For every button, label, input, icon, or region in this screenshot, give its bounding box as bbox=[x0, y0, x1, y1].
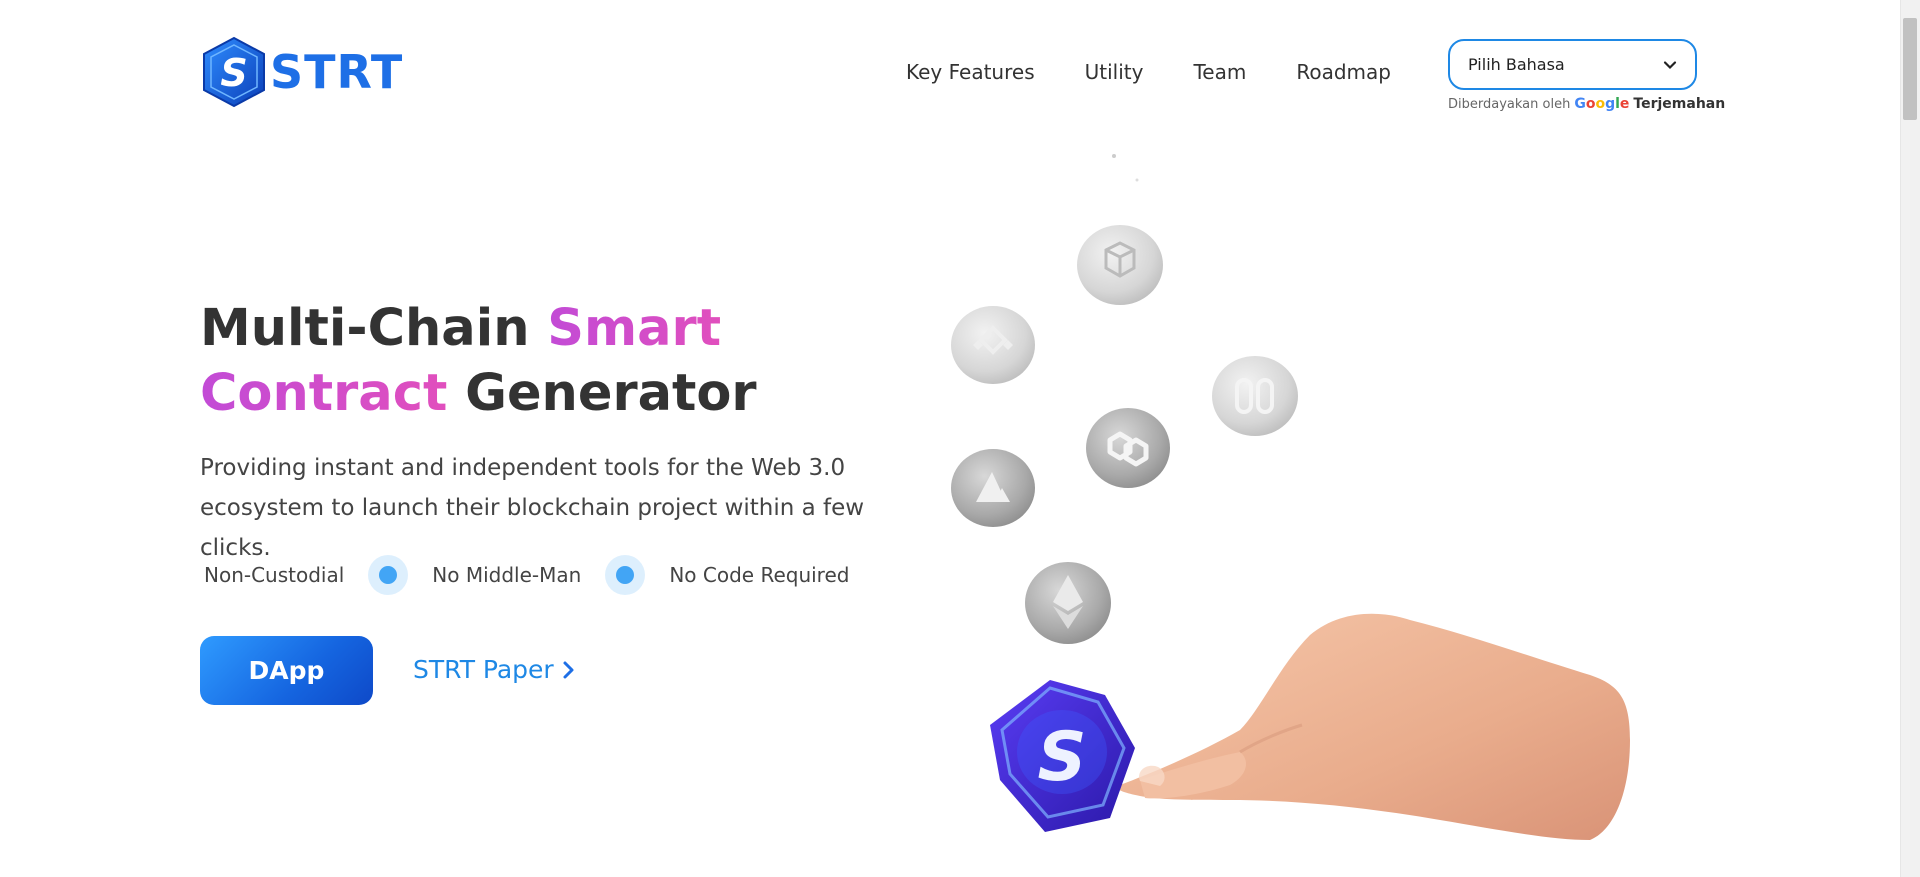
scrollbar-thumb[interactable] bbox=[1903, 18, 1917, 120]
language-select-value: Pilih Bahasa bbox=[1468, 55, 1565, 74]
strt-token-icon: S bbox=[990, 680, 1135, 832]
google-logo: Google bbox=[1574, 96, 1630, 112]
hero-description: Providing instant and independent tools … bbox=[200, 455, 865, 561]
feature-non-custodial: Non-Custodial bbox=[204, 563, 345, 587]
avalanche-coin-icon bbox=[951, 449, 1035, 527]
powered-by-label: Diberdayakan oleh bbox=[1448, 96, 1571, 112]
polygon-coin-icon bbox=[1086, 408, 1170, 488]
ethereum-coin-icon bbox=[1025, 562, 1111, 644]
nav-utility[interactable]: Utility bbox=[1085, 60, 1144, 84]
title-accent-contract: Contract bbox=[200, 364, 448, 423]
google-translate-attribution: Diberdayakan oleh Google Terjemahan bbox=[1448, 96, 1725, 112]
filecoin-coin-icon bbox=[1077, 225, 1163, 305]
page-scrollbar[interactable] bbox=[1900, 0, 1920, 877]
strt-paper-link[interactable]: STRT Paper bbox=[413, 655, 576, 684]
feature-list: Non-Custodial No Middle-Man No Code Requ… bbox=[204, 555, 849, 595]
nav-key-features[interactable]: Key Features bbox=[906, 60, 1035, 84]
title-accent-smart: Smart bbox=[547, 299, 722, 358]
feature-no-code-required: No Code Required bbox=[669, 563, 850, 587]
strt-paper-label: STRT Paper bbox=[413, 655, 554, 684]
hedera-coin-icon bbox=[1212, 356, 1298, 436]
title-part-1: Multi-Chain bbox=[200, 299, 548, 358]
chevron-right-icon bbox=[563, 661, 574, 678]
bullet-dot-icon bbox=[605, 555, 646, 595]
language-widget: Pilih Bahasa Diberdayakan oleh Google Te… bbox=[1448, 39, 1725, 112]
dapp-button[interactable]: DApp bbox=[200, 636, 373, 705]
language-select[interactable]: Pilih Bahasa bbox=[1448, 39, 1697, 90]
feature-no-middle-man: No Middle-Man bbox=[432, 563, 582, 587]
svg-text:S: S bbox=[220, 51, 247, 95]
svg-text:S: S bbox=[1038, 718, 1087, 797]
strt-logo-icon: S bbox=[203, 36, 265, 108]
chevron-down-icon bbox=[1663, 60, 1677, 69]
binance-coin-icon bbox=[951, 306, 1035, 384]
hand-illustration bbox=[1116, 613, 1630, 840]
logo-text: STRT bbox=[270, 45, 404, 99]
hero-title: Multi-Chain Smart Contract Generator bbox=[200, 296, 960, 426]
title-part-2: Generator bbox=[447, 364, 757, 423]
translate-link[interactable]: Terjemahan bbox=[1633, 96, 1725, 112]
bullet-dot-icon bbox=[368, 555, 409, 595]
nav-roadmap[interactable]: Roadmap bbox=[1296, 60, 1391, 84]
hero-illustration: S bbox=[951, 154, 1630, 840]
main-nav: Key Features Utility Team Roadmap bbox=[906, 60, 1441, 84]
nav-team[interactable]: Team bbox=[1193, 60, 1246, 84]
site-logo[interactable]: S STRT bbox=[200, 36, 403, 108]
